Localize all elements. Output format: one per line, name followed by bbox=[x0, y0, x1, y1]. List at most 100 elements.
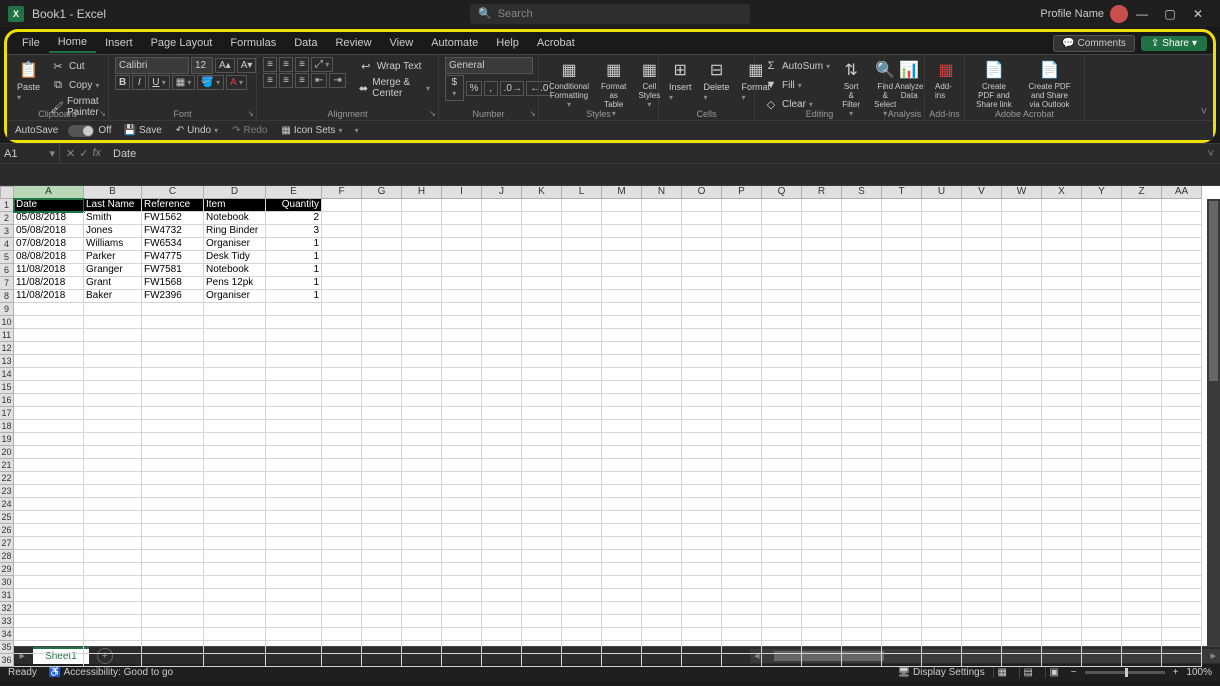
cell[interactable] bbox=[14, 303, 84, 316]
cell[interactable] bbox=[962, 654, 1002, 667]
cell[interactable] bbox=[922, 420, 962, 433]
column-header[interactable]: D bbox=[204, 186, 266, 199]
cell[interactable] bbox=[842, 537, 882, 550]
cell[interactable] bbox=[1082, 329, 1122, 342]
cell[interactable] bbox=[1082, 446, 1122, 459]
cell[interactable] bbox=[722, 602, 762, 615]
cell[interactable] bbox=[802, 290, 842, 303]
cell[interactable] bbox=[802, 576, 842, 589]
cell[interactable] bbox=[602, 628, 642, 641]
cell[interactable] bbox=[1002, 602, 1042, 615]
cell[interactable] bbox=[522, 485, 562, 498]
cell[interactable]: 11/08/2018 bbox=[14, 277, 84, 290]
name-box[interactable]: A1▾ bbox=[0, 144, 60, 163]
cell[interactable] bbox=[682, 394, 722, 407]
cell[interactable] bbox=[1082, 394, 1122, 407]
indent-increase-button[interactable]: ⇥ bbox=[329, 73, 345, 88]
cell[interactable] bbox=[1162, 459, 1202, 472]
align-left-button[interactable]: ≡ bbox=[263, 73, 277, 88]
cell[interactable] bbox=[1162, 394, 1202, 407]
cell[interactable] bbox=[1122, 498, 1162, 511]
cell[interactable] bbox=[682, 238, 722, 251]
column-header[interactable]: Z bbox=[1122, 186, 1162, 199]
cell[interactable] bbox=[722, 264, 762, 277]
column-header[interactable]: J bbox=[482, 186, 522, 199]
menu-view[interactable]: View bbox=[381, 34, 423, 52]
cell[interactable] bbox=[442, 654, 482, 667]
cell[interactable] bbox=[266, 394, 322, 407]
cell[interactable] bbox=[602, 316, 642, 329]
cell[interactable] bbox=[322, 472, 362, 485]
cell[interactable] bbox=[962, 342, 1002, 355]
column-header[interactable]: L bbox=[562, 186, 602, 199]
cell[interactable] bbox=[1002, 446, 1042, 459]
cell[interactable] bbox=[84, 342, 142, 355]
cell[interactable] bbox=[602, 251, 642, 264]
cell[interactable] bbox=[482, 615, 522, 628]
cell[interactable] bbox=[882, 368, 922, 381]
cell[interactable] bbox=[722, 615, 762, 628]
cell[interactable] bbox=[562, 212, 602, 225]
cell[interactable] bbox=[322, 329, 362, 342]
cell[interactable] bbox=[522, 407, 562, 420]
cell[interactable] bbox=[842, 602, 882, 615]
cell[interactable] bbox=[322, 602, 362, 615]
cell[interactable] bbox=[562, 628, 602, 641]
cell[interactable] bbox=[402, 537, 442, 550]
cell[interactable] bbox=[204, 329, 266, 342]
cell[interactable] bbox=[602, 511, 642, 524]
cell[interactable] bbox=[1122, 602, 1162, 615]
cell[interactable] bbox=[1122, 238, 1162, 251]
cell[interactable] bbox=[722, 199, 762, 212]
cell[interactable] bbox=[922, 602, 962, 615]
cell[interactable] bbox=[1002, 290, 1042, 303]
cell[interactable] bbox=[1122, 394, 1162, 407]
cell[interactable] bbox=[482, 407, 522, 420]
cell[interactable] bbox=[642, 563, 682, 576]
cell[interactable] bbox=[322, 576, 362, 589]
border-button[interactable]: ▦ bbox=[172, 75, 196, 90]
cell[interactable] bbox=[802, 420, 842, 433]
cell[interactable] bbox=[882, 212, 922, 225]
cell[interactable] bbox=[1042, 498, 1082, 511]
cell[interactable] bbox=[1122, 225, 1162, 238]
cell[interactable] bbox=[962, 394, 1002, 407]
cell[interactable] bbox=[322, 225, 362, 238]
cell[interactable] bbox=[762, 251, 802, 264]
cell[interactable] bbox=[962, 381, 1002, 394]
cell[interactable] bbox=[522, 238, 562, 251]
cell[interactable] bbox=[562, 251, 602, 264]
cell[interactable] bbox=[402, 459, 442, 472]
cell[interactable] bbox=[204, 381, 266, 394]
cell[interactable]: Desk Tidy bbox=[204, 251, 266, 264]
cell[interactable] bbox=[882, 628, 922, 641]
cell[interactable] bbox=[682, 459, 722, 472]
column-header[interactable]: M bbox=[602, 186, 642, 199]
cell[interactable] bbox=[842, 407, 882, 420]
cell[interactable] bbox=[962, 251, 1002, 264]
cell[interactable] bbox=[562, 394, 602, 407]
cell[interactable] bbox=[402, 394, 442, 407]
cell[interactable] bbox=[402, 277, 442, 290]
redo-button[interactable]: ↷Redo bbox=[230, 124, 269, 137]
cell[interactable] bbox=[322, 446, 362, 459]
cell[interactable] bbox=[482, 459, 522, 472]
cell[interactable] bbox=[142, 433, 204, 446]
cell[interactable] bbox=[602, 238, 642, 251]
cell[interactable] bbox=[1082, 199, 1122, 212]
cell[interactable] bbox=[1122, 511, 1162, 524]
cell[interactable] bbox=[602, 563, 642, 576]
cell[interactable] bbox=[722, 563, 762, 576]
cell[interactable] bbox=[14, 459, 84, 472]
cell[interactable] bbox=[962, 459, 1002, 472]
cell[interactable] bbox=[322, 199, 362, 212]
cell[interactable] bbox=[762, 537, 802, 550]
cell[interactable] bbox=[962, 225, 1002, 238]
cell[interactable] bbox=[442, 316, 482, 329]
cell[interactable] bbox=[482, 602, 522, 615]
cell[interactable] bbox=[442, 563, 482, 576]
bold-button[interactable]: B bbox=[115, 75, 130, 90]
cell[interactable] bbox=[762, 550, 802, 563]
cell[interactable] bbox=[442, 329, 482, 342]
cell[interactable] bbox=[482, 537, 522, 550]
